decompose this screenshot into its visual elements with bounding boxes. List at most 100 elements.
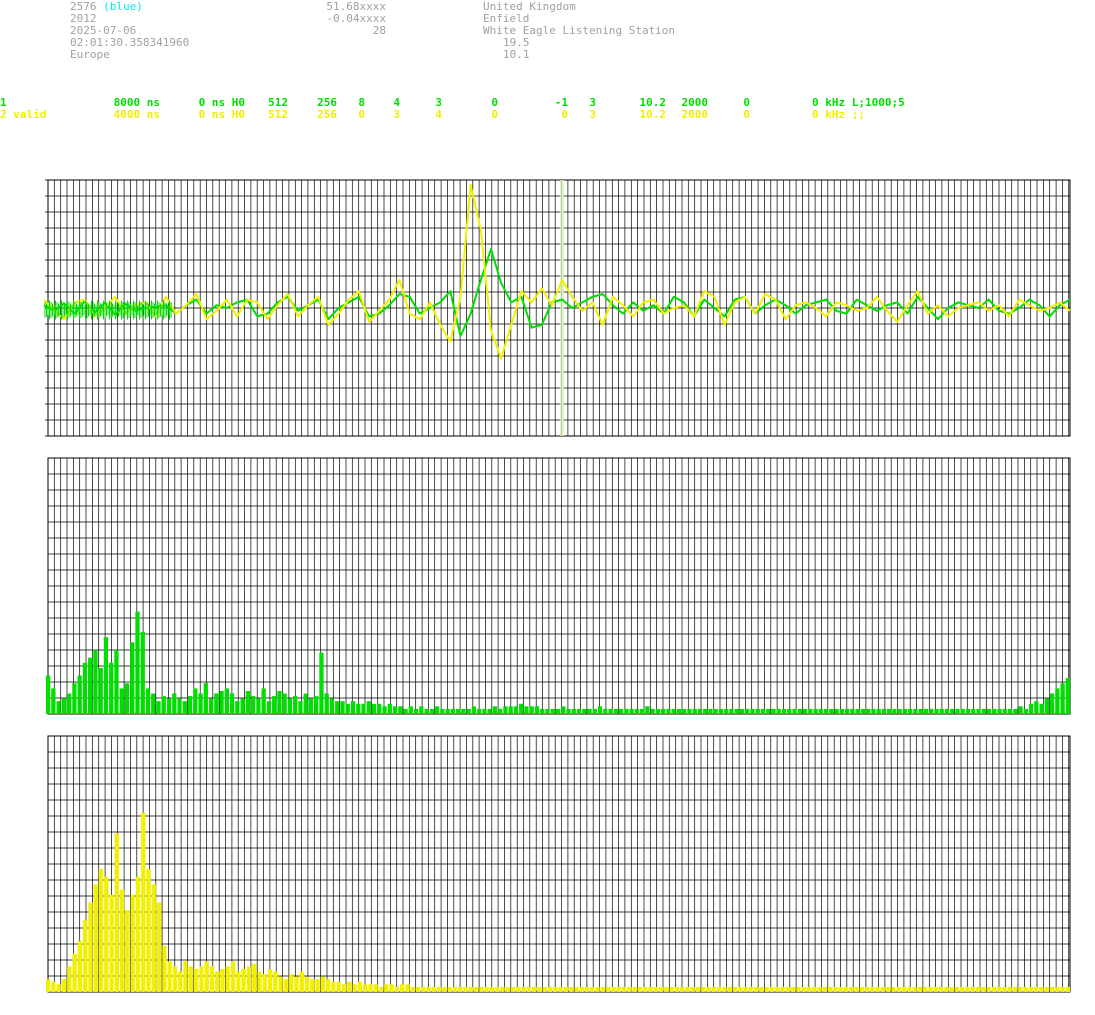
spectrum-bar [801, 986, 806, 992]
spectrum-bar [608, 708, 613, 714]
spectrum-bar [912, 986, 917, 992]
spectrum-bar [1023, 986, 1028, 992]
spectrum-bar [188, 966, 193, 992]
spectrum-bar [764, 986, 769, 992]
spectrum-bar [156, 701, 161, 714]
spectrum-bar [908, 708, 913, 714]
spectrum-bar [750, 708, 755, 714]
spectrum-bar [320, 976, 326, 992]
spectrum-chart-ch2[interactable] [0, 735, 1095, 996]
spectrum-bar [1002, 986, 1007, 992]
spectrum-bar [426, 986, 431, 992]
spectrum-bar [373, 984, 378, 992]
spectrum-bar [621, 986, 627, 992]
spectrum-bar [600, 986, 606, 992]
spectrum-bar [1039, 703, 1044, 714]
ch2-p2: 256 [317, 108, 337, 121]
spectrum-bar [399, 984, 405, 992]
spectrum-bar [949, 986, 954, 992]
spectrum-bar [971, 708, 976, 714]
spectrum-bar [611, 986, 616, 992]
spectrum-bar [252, 963, 257, 992]
spectrum-bar [624, 708, 629, 714]
ch2-p8: 3 [589, 108, 596, 121]
spectrum-bar [650, 708, 655, 714]
spectrum-bar [235, 701, 240, 714]
spectrum-bar [695, 986, 701, 992]
spectrum-bar [537, 986, 542, 992]
spectrum-bar [711, 986, 716, 992]
spectrum-bar [566, 708, 571, 714]
spectrum-bar [923, 986, 928, 992]
spectrum-bar [1013, 708, 1018, 714]
spectrum-bar [272, 696, 277, 714]
spectrum-bar [776, 708, 781, 714]
spectrum-bar [933, 986, 938, 992]
ch2-id: 2 valid [0, 108, 47, 121]
spectrum-bar [760, 708, 766, 714]
spectrum-bar [748, 986, 753, 992]
spectrum-bar [976, 708, 981, 714]
spectrum-bar [466, 708, 471, 714]
spectrum-bar [792, 708, 797, 714]
spectrum-bar [871, 708, 876, 714]
spectrum-bar [82, 920, 88, 992]
spectrum-bar [790, 986, 796, 992]
spectrum-bar [141, 812, 146, 992]
spectrum-bar [887, 708, 892, 714]
spectrum-bar [1060, 986, 1065, 992]
spectrum-bar [1012, 986, 1018, 992]
spectrum-bar [214, 693, 219, 714]
spectrum-bar [739, 708, 745, 714]
spectrum-bar [345, 703, 350, 714]
spectrum-bar [352, 984, 357, 992]
spectrum-bar [632, 986, 637, 992]
spectrum-bar [561, 706, 566, 714]
spectrum-bar [738, 986, 743, 992]
spectrum-bar [209, 966, 215, 992]
spectrum-bar [56, 984, 61, 992]
spectrum-bar [114, 833, 119, 992]
spectrum-bar [183, 961, 188, 992]
spectrum-bar [708, 708, 713, 714]
spectrum-bar [277, 691, 282, 714]
spectrum-bar [1039, 986, 1044, 992]
spectrum-bar [341, 984, 347, 992]
ch2-p9: 10.2 [639, 108, 667, 121]
ch2-p6: 0 [491, 108, 498, 121]
spectrum-bar [452, 986, 458, 992]
waveform-chart[interactable] [0, 179, 1095, 440]
spectrum-bar [639, 708, 645, 714]
spectrum-bar [119, 688, 124, 714]
spectrum-bar [498, 708, 503, 714]
altitude: 28 [372, 24, 386, 37]
spectrum-bar [881, 708, 887, 714]
spectrum-bar [357, 981, 363, 992]
spectrum-chart-ch1[interactable] [0, 457, 1095, 718]
spectrum-bar [166, 698, 172, 714]
spectrum-bar [1028, 986, 1034, 992]
spectrum-bar [618, 708, 624, 714]
spectrum-bar [304, 976, 310, 992]
spectrum-bar [655, 708, 660, 714]
spectrum-bar [833, 986, 838, 992]
spectrum-bar [187, 696, 193, 714]
spectrum-bar [597, 706, 603, 714]
ch2-p3: 0 [358, 108, 365, 121]
spectrum-bar [1055, 986, 1060, 992]
spectrum-bar [314, 696, 319, 714]
spectrum-bar [219, 691, 224, 714]
spectrum-bar [72, 683, 77, 714]
spectrum-bar [896, 986, 901, 992]
spectrum-bar [540, 708, 545, 714]
ch1-p6: 0 [491, 96, 498, 109]
spectrum-bar [697, 708, 703, 714]
ch2-p5: 4 [435, 108, 442, 121]
spectrum-bar [303, 693, 308, 714]
spectrum-bar [550, 708, 555, 714]
spectrum-bar [934, 708, 939, 714]
spectrum-bar [658, 986, 664, 992]
spectrum-bar [46, 675, 51, 714]
spectrum-bar [759, 986, 764, 992]
spectrum-bar [510, 986, 516, 992]
